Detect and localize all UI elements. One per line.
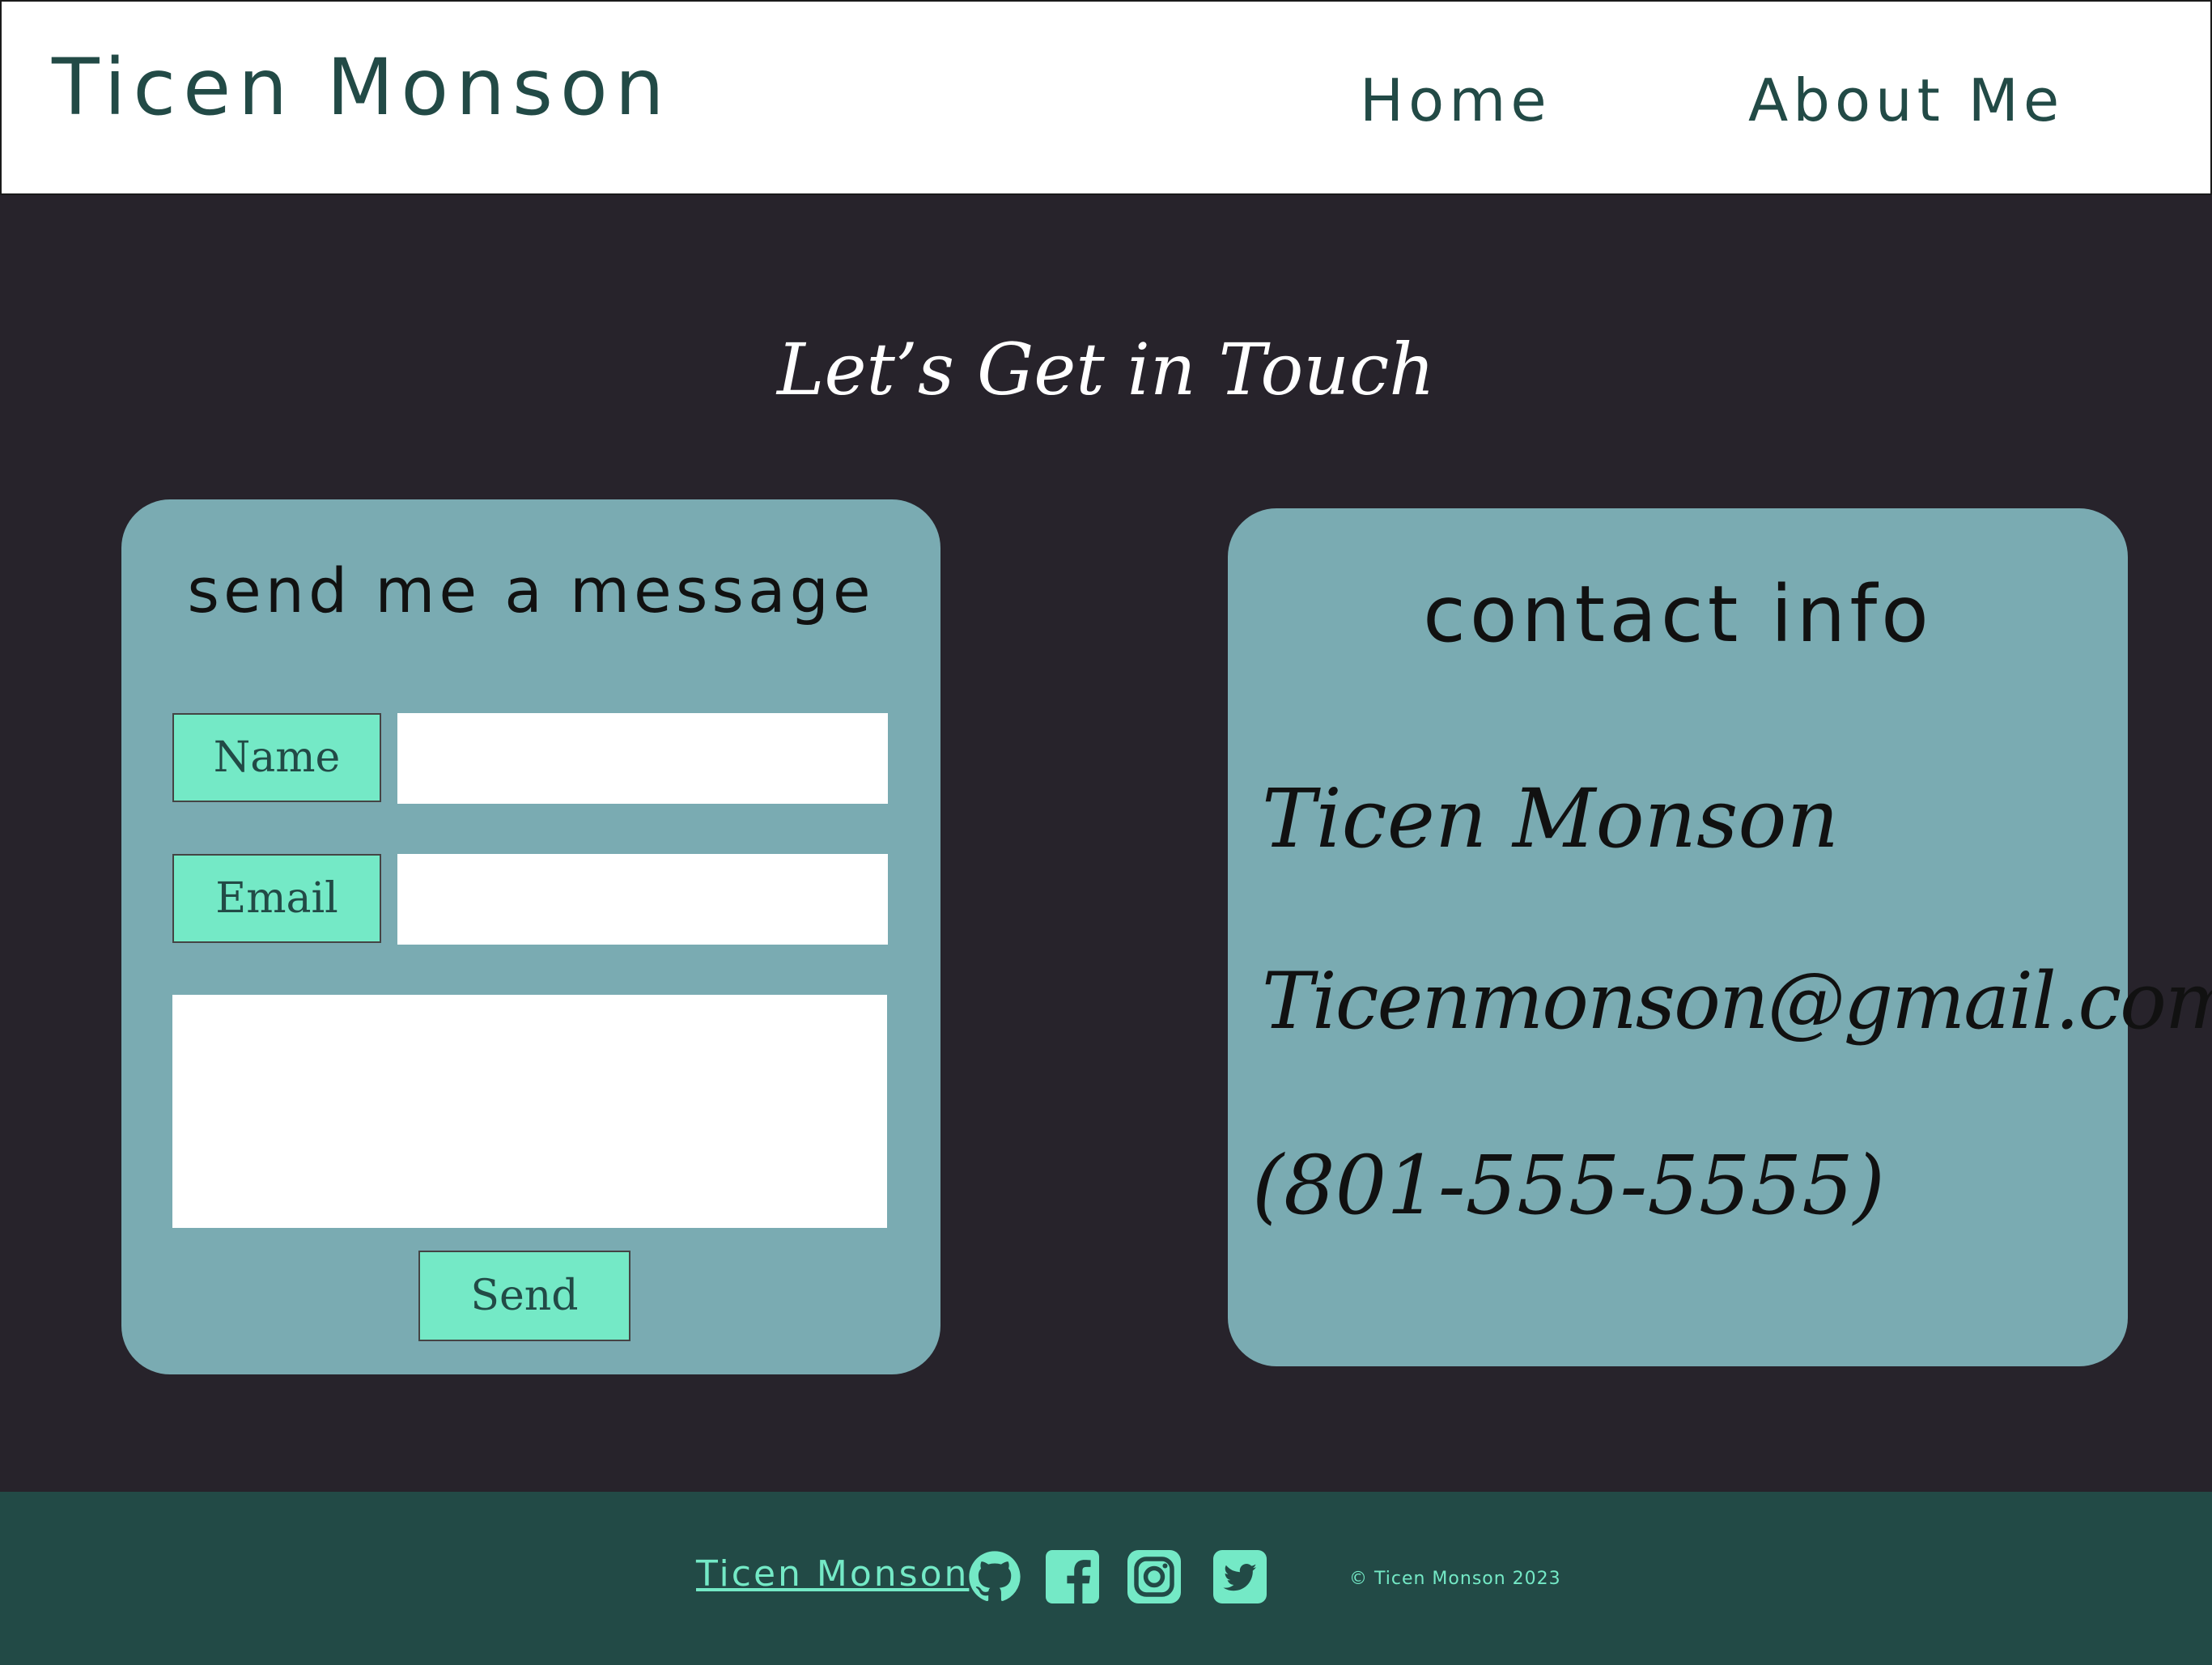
- contact-name: Ticen Monson: [1262, 771, 1839, 866]
- contact-card-title: contact info: [1423, 569, 1933, 660]
- github-icon[interactable]: [968, 1550, 1021, 1603]
- name-input[interactable]: [397, 713, 888, 804]
- contact-card: contact info Ticen Monson Ticenmonson@gm…: [1228, 508, 2212, 1366]
- nav-home-link[interactable]: Home: [1360, 66, 1552, 134]
- nav-about-link[interactable]: About Me: [1748, 66, 2064, 134]
- instagram-icon[interactable]: [1127, 1550, 1181, 1603]
- site-footer: Ticen Monson © Ticen Monson 2023: [0, 1492, 2212, 1665]
- email-input[interactable]: [397, 854, 888, 945]
- twitter-icon[interactable]: [1213, 1550, 1267, 1603]
- site-brand[interactable]: Ticen Monson: [52, 42, 672, 133]
- page-title: Let’s Get in Touch: [777, 328, 1435, 411]
- send-button[interactable]: Send: [418, 1251, 630, 1341]
- name-label: Name: [172, 713, 381, 802]
- site-header: Ticen Monson Home About Me: [0, 0, 2212, 195]
- email-label: Email: [172, 854, 381, 943]
- facebook-icon[interactable]: [1046, 1550, 1099, 1603]
- footer-name-link[interactable]: Ticen Monson: [696, 1553, 969, 1595]
- contact-email: Ticenmonson@gmail.com: [1262, 956, 2212, 1047]
- message-card-title: send me a message: [187, 554, 875, 626]
- copyright-text: © Ticen Monson 2023: [1349, 1569, 1561, 1589]
- message-card: send me a message Name Email Send: [121, 499, 940, 1374]
- message-textarea[interactable]: [172, 995, 887, 1228]
- contact-phone: (801-555-5555): [1252, 1138, 1885, 1233]
